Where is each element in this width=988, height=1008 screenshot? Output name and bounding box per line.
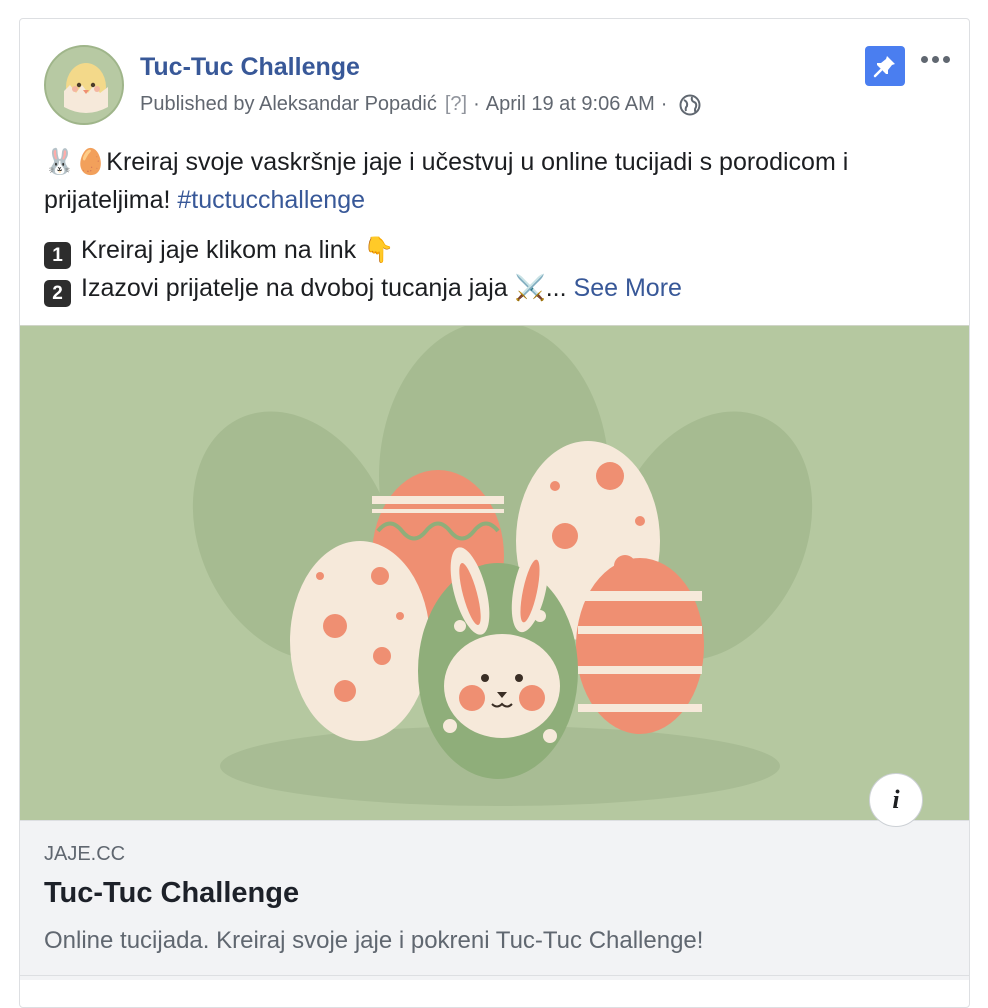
- step-2-text: Izazovi prijatelje na dvoboj tucanja jaj…: [81, 274, 515, 302]
- step-1-text: Kreiraj jaje klikom na link: [81, 236, 364, 264]
- keycap-two-icon: 2: [44, 280, 71, 307]
- page-avatar[interactable]: [44, 45, 124, 125]
- pin-icon: [873, 56, 895, 78]
- link-preview-image[interactable]: [20, 321, 969, 820]
- pinned-post-button[interactable]: [865, 46, 905, 86]
- see-more-link[interactable]: See More: [574, 274, 682, 302]
- keycap-one-icon: 1: [44, 242, 71, 269]
- easter-eggs-illustration: [192, 321, 813, 806]
- pointing-down-emoji: 👇: [363, 235, 395, 264]
- help-marker[interactable]: [?]: [445, 93, 467, 116]
- meta-separator: ·: [473, 93, 480, 115]
- more-options-button[interactable]: [917, 47, 953, 71]
- post-meta: Published by Aleksandar Popadić [?] · Ap…: [140, 93, 701, 116]
- crossed-swords-emoji: ⚔️: [514, 273, 546, 302]
- post-header: Tuc-Tuc Challenge Published by Aleksanda…: [20, 19, 969, 139]
- post-message: 🐰🥚Kreiraj svoje vaskršnje jaje i učestvu…: [44, 143, 949, 307]
- globe-icon[interactable]: [679, 94, 701, 116]
- post-intro-text: Kreiraj svoje vaskršnje jaje i učestvuj …: [44, 148, 849, 214]
- truncation-ellipsis: ...: [545, 274, 574, 302]
- meta-separator: ·: [660, 93, 668, 115]
- page-name-link[interactable]: Tuc-Tuc Challenge: [140, 53, 360, 82]
- more-dots-icon: [920, 55, 928, 63]
- link-title[interactable]: Tuc-Tuc Challenge: [44, 877, 299, 910]
- link-domain: JAJE.CC: [44, 843, 126, 865]
- chick-in-egg-icon: [64, 63, 108, 113]
- post-paragraph-2: 1 Kreiraj jaje klikom na link 👇 2 Izazovi …: [44, 231, 949, 307]
- card-divider: [20, 975, 969, 976]
- post-paragraph-1: 🐰🥚Kreiraj svoje vaskršnje jaje i učestvu…: [44, 143, 949, 219]
- more-dots-icon: [942, 55, 950, 63]
- link-description: Online tucijada. Kreiraj svoje jaje i po…: [44, 927, 704, 954]
- post-timestamp[interactable]: April 19 at 9:06 AM: [486, 93, 655, 116]
- more-dots-icon: [931, 55, 939, 63]
- bunny-egg-emoji: 🐰🥚: [44, 147, 107, 176]
- published-by-text[interactable]: Published by Aleksandar Popadić: [140, 93, 437, 116]
- info-icon[interactable]: i: [869, 773, 923, 827]
- link-preview-card[interactable]: JAJE.CC Tuc-Tuc Challenge Online tucijad…: [20, 820, 969, 980]
- post-card: Tuc-Tuc Challenge Published by Aleksanda…: [19, 18, 970, 1008]
- hashtag-link[interactable]: #tuctucchallenge: [177, 186, 365, 214]
